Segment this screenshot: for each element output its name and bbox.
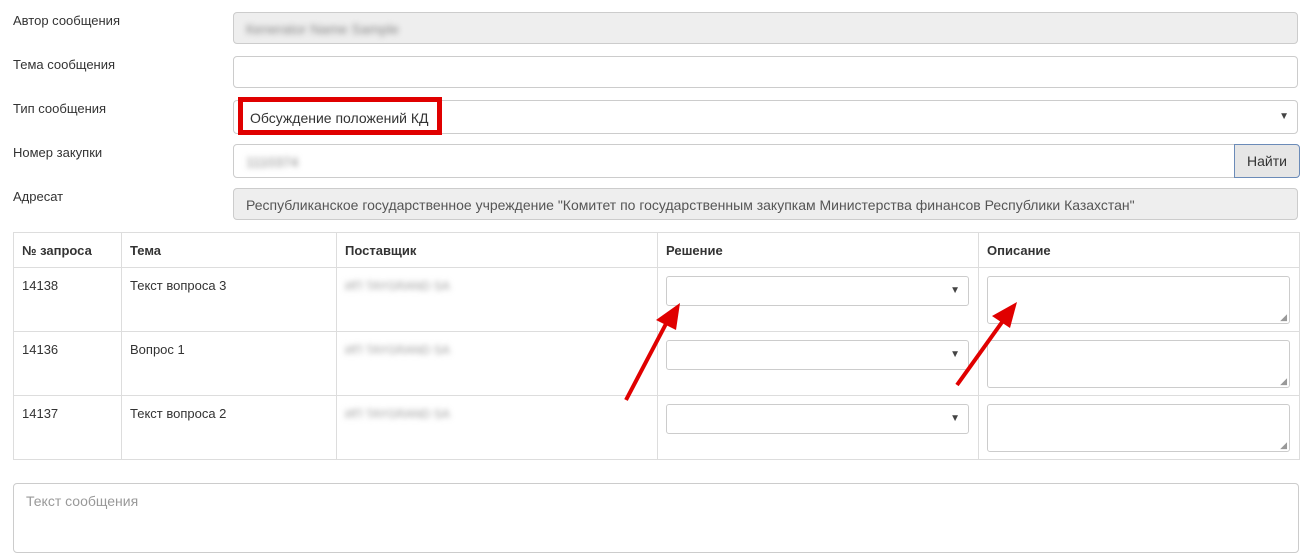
purchase-label: Номер закупки: [13, 145, 103, 160]
request-number: 14137: [13, 395, 122, 460]
subject-label: Тема сообщения: [13, 57, 116, 72]
message-textarea[interactable]: Текст сообщения: [13, 483, 1299, 553]
request-supplier: ИП TAYGRAND SA: [336, 395, 658, 460]
chevron-down-icon: ▼: [950, 349, 960, 360]
chevron-down-icon: ▼: [950, 413, 960, 424]
chevron-down-icon: ▼: [950, 285, 960, 296]
table-row: 14137 Текст вопроса 2 ИП TAYGRAND SA ▼ ◢: [13, 395, 1300, 460]
resize-grip-icon[interactable]: ◢: [1280, 313, 1287, 322]
request-supplier: ИП TAYGRAND SA: [336, 267, 658, 332]
description-cell: ◢: [978, 267, 1300, 332]
author-value: Кenerator Name Sample: [246, 21, 399, 37]
type-value: Обсуждение положений КД: [250, 110, 429, 126]
table-row: 14138 Текст вопроса 3 ИП TAYGRAND SA ▼ ◢: [13, 267, 1300, 332]
request-number: 14136: [13, 331, 122, 396]
table-row: 14136 Вопрос 1 ИП TAYGRAND SA ▼ ◢: [13, 331, 1300, 396]
request-topic: Вопрос 1: [121, 331, 337, 396]
recipient-label: Адресат: [13, 189, 64, 204]
author-field: Кenerator Name Sample: [233, 12, 1298, 44]
decision-select[interactable]: ▼: [666, 276, 969, 306]
header-topic: Тема: [121, 232, 337, 268]
message-placeholder: Текст сообщения: [26, 493, 139, 509]
purchase-number-input[interactable]: 1110374: [233, 144, 1235, 178]
header-decision: Решение: [657, 232, 979, 268]
request-number: 14138: [13, 267, 122, 332]
subject-input[interactable]: [233, 56, 1298, 88]
resize-grip-icon[interactable]: ◢: [1280, 441, 1287, 450]
recipient-field: Республиканское государственное учрежден…: [233, 188, 1298, 220]
purchase-number-value: 1110374: [246, 154, 299, 170]
header-supplier: Поставщик: [336, 232, 658, 268]
supplier-name: ИП TAYGRAND SA: [345, 279, 450, 293]
type-select[interactable]: Обсуждение положений КД ▼: [233, 100, 1298, 134]
decision-cell: ▼: [657, 267, 979, 332]
requests-table: № запроса Тема Поставщик Решение Описани…: [13, 232, 1300, 460]
header-request-number: № запроса: [13, 232, 122, 268]
request-supplier: ИП TAYGRAND SA: [336, 331, 658, 396]
decision-cell: ▼: [657, 331, 979, 396]
request-topic: Текст вопроса 3: [121, 267, 337, 332]
description-textarea[interactable]: ◢: [987, 340, 1290, 388]
type-label: Тип сообщения: [13, 101, 107, 116]
description-textarea[interactable]: ◢: [987, 276, 1290, 324]
find-button[interactable]: Найти: [1234, 144, 1300, 178]
decision-select[interactable]: ▼: [666, 340, 969, 370]
supplier-name: ИП TAYGRAND SA: [345, 407, 450, 421]
decision-select[interactable]: ▼: [666, 404, 969, 434]
resize-grip-icon[interactable]: ◢: [1280, 377, 1287, 386]
author-label: Автор сообщения: [13, 13, 120, 28]
description-cell: ◢: [978, 395, 1300, 460]
header-description: Описание: [978, 232, 1300, 268]
description-cell: ◢: [978, 331, 1300, 396]
chevron-down-icon: ▼: [1279, 111, 1289, 122]
recipient-value: Республиканское государственное учрежден…: [246, 197, 1135, 213]
decision-cell: ▼: [657, 395, 979, 460]
table-header-row: № запроса Тема Поставщик Решение Описани…: [13, 232, 1300, 268]
supplier-name: ИП TAYGRAND SA: [345, 343, 450, 357]
description-textarea[interactable]: ◢: [987, 404, 1290, 452]
request-topic: Текст вопроса 2: [121, 395, 337, 460]
